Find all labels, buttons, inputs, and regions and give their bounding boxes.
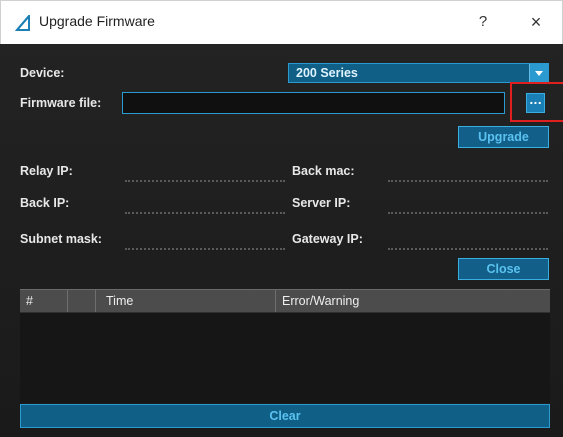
back-mac-label: Back mac:: [292, 164, 355, 178]
device-label: Device:: [20, 66, 65, 80]
close-button[interactable]: Close: [458, 258, 549, 280]
back-mac-value: [388, 178, 548, 182]
close-window-button[interactable]: ×: [525, 11, 547, 33]
gateway-ip-value: [388, 246, 548, 250]
relay-ip-value: [125, 178, 285, 182]
upgrade-button[interactable]: Upgrade: [458, 126, 549, 148]
log-table-header: # Time Error/Warning: [20, 289, 550, 313]
gateway-ip-label: Gateway IP:: [292, 232, 363, 246]
device-select[interactable]: 200 Series: [288, 63, 549, 83]
help-button[interactable]: ?: [473, 11, 493, 33]
column-header-error-warning[interactable]: Error/Warning: [276, 290, 550, 312]
server-ip-value: [388, 210, 548, 214]
column-header-blank[interactable]: [68, 290, 96, 312]
back-ip-value: [125, 210, 285, 214]
log-table-body: [20, 313, 550, 403]
column-header-time[interactable]: Time: [96, 290, 276, 312]
relay-ip-label: Relay IP:: [20, 164, 73, 178]
back-ip-label: Back IP:: [20, 196, 70, 210]
dialog-body: Device: 200 Series Firmware file: ... Up…: [0, 44, 563, 437]
firmware-file-label: Firmware file:: [20, 96, 102, 110]
firmware-file-input[interactable]: [122, 92, 505, 114]
device-selected-value: 200 Series: [296, 66, 358, 80]
chevron-down-icon[interactable]: [529, 64, 548, 82]
server-ip-label: Server IP:: [292, 196, 351, 210]
column-header-number[interactable]: #: [20, 290, 68, 312]
app-logo-icon: [15, 15, 30, 31]
subnet-mask-label: Subnet mask:: [20, 232, 102, 246]
title-bar: Upgrade Firmware ? ×: [0, 0, 563, 44]
window-title: Upgrade Firmware: [39, 13, 155, 29]
clear-button[interactable]: Clear: [20, 404, 550, 428]
subnet-mask-value: [125, 246, 285, 250]
highlight-annotation: [510, 82, 563, 122]
